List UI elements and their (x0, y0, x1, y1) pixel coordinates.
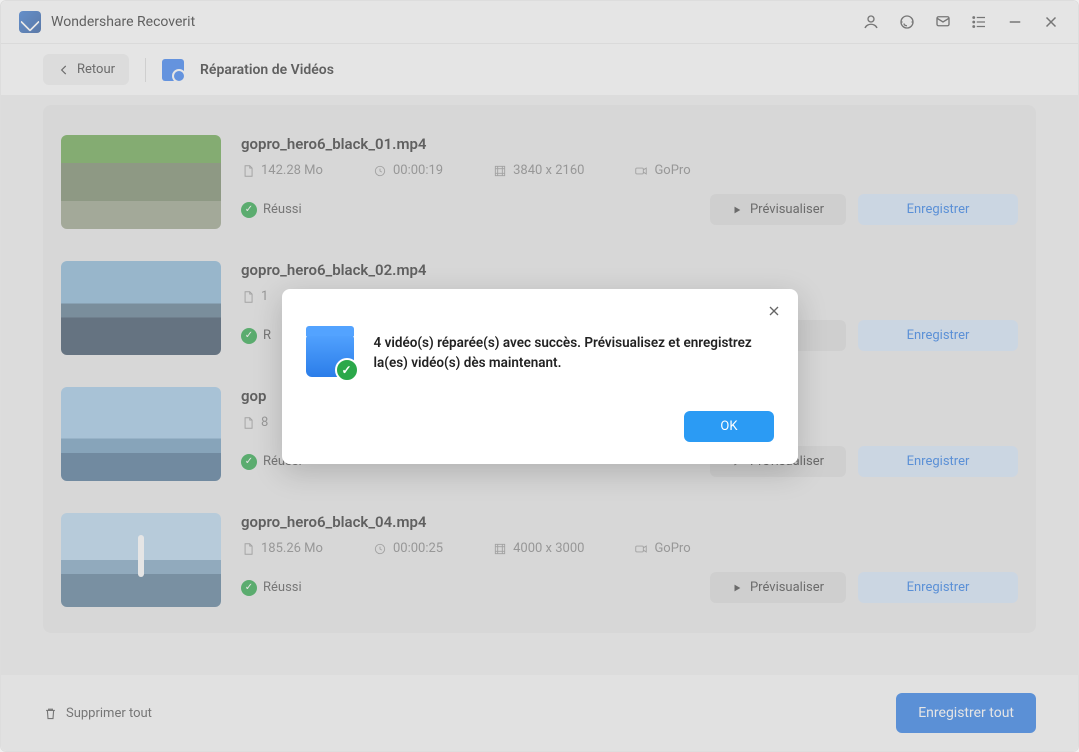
app-window: Wondershare Recoverit Re (0, 0, 1079, 752)
modal-message: 4 vidéo(s) réparée(s) avec succès. Prévi… (374, 333, 774, 375)
video-success-icon (306, 333, 354, 377)
close-icon (766, 303, 782, 319)
modal-footer: OK (306, 411, 774, 442)
ok-label: OK (720, 419, 737, 434)
success-modal: 4 vidéo(s) réparée(s) avec succès. Prévi… (282, 289, 798, 464)
modal-close-button[interactable] (766, 303, 782, 319)
modal-body: 4 vidéo(s) réparée(s) avec succès. Prévi… (306, 333, 774, 377)
ok-button[interactable]: OK (684, 411, 773, 442)
modal-overlay: 4 vidéo(s) réparée(s) avec succès. Prévi… (1, 1, 1078, 751)
